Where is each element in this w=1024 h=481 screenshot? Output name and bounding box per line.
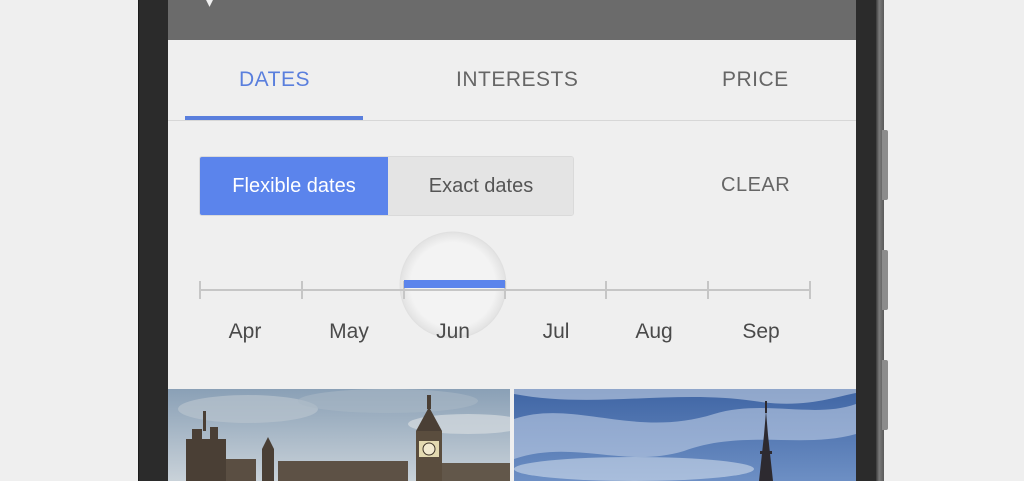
- month-label-sep[interactable]: Sep: [742, 320, 779, 344]
- app-bar: ▾: [168, 0, 856, 40]
- paris-image: [514, 389, 856, 481]
- clear-button[interactable]: CLEAR: [721, 174, 790, 197]
- london-photo[interactable]: [168, 389, 510, 481]
- date-mode-toggle: Flexible dates Exact dates: [199, 156, 574, 216]
- month-label-jul[interactable]: Jul: [543, 320, 570, 344]
- london-image: [168, 389, 510, 481]
- stage: ▾ DATES INTERESTS PRICE Flexible dates E…: [0, 0, 1024, 481]
- exact-dates-button[interactable]: Exact dates: [388, 157, 573, 215]
- selected-month-range: [404, 280, 505, 288]
- app-screen: ▾ DATES INTERESTS PRICE Flexible dates E…: [168, 0, 856, 481]
- background-right: [884, 0, 1024, 481]
- tab-interests[interactable]: INTERESTS: [456, 68, 578, 92]
- app-bar-icon: ▾: [206, 0, 214, 10]
- paris-photo[interactable]: [514, 389, 856, 481]
- phone-side-button: [882, 360, 888, 430]
- month-label-jun[interactable]: Jun: [436, 320, 470, 344]
- phone-side-button: [882, 130, 888, 200]
- month-label-may[interactable]: May: [329, 320, 369, 344]
- phone-side-button: [882, 250, 888, 310]
- tab-bar: DATES INTERESTS PRICE: [168, 40, 856, 121]
- month-label-apr[interactable]: Apr: [229, 320, 262, 344]
- month-label-aug[interactable]: Aug: [635, 320, 672, 344]
- month-slider[interactable]: Apr May Jun Jul Aug Sep: [168, 230, 856, 360]
- background-left: [0, 0, 138, 481]
- tab-price[interactable]: PRICE: [722, 68, 789, 92]
- tab-dates[interactable]: DATES: [239, 68, 310, 92]
- active-tab-indicator: [185, 116, 363, 120]
- flexible-dates-button[interactable]: Flexible dates: [200, 157, 388, 215]
- destination-photos: [168, 389, 856, 481]
